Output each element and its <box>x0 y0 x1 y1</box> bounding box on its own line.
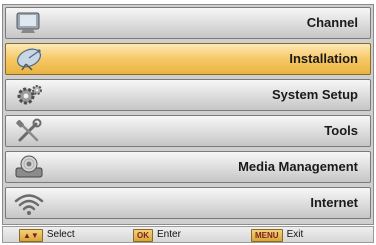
enter-hint: OK Enter <box>133 228 181 242</box>
menu-item-label: Tools <box>324 123 358 138</box>
menu-item-tools[interactable]: Tools <box>5 115 371 147</box>
media-disc-icon <box>12 154 48 180</box>
enter-hint-label: Enter <box>157 229 181 240</box>
menu-item-channel[interactable]: Channel <box>5 7 371 39</box>
tools-icon <box>12 118 48 144</box>
up-down-arrows-key: ▲▼ <box>19 229 43 242</box>
satellite-dish-icon <box>12 46 48 72</box>
select-hint-label: Select <box>46 229 75 240</box>
exit-hint-label: Exit <box>286 229 304 240</box>
menu-item-label: Installation <box>289 51 358 66</box>
main-menu: Channel Installation System Setup Tools … <box>2 4 374 225</box>
menu-item-system-setup[interactable]: System Setup <box>5 79 371 111</box>
menu-item-installation[interactable]: Installation <box>5 43 371 75</box>
menu-item-label: Channel <box>306 15 358 30</box>
select-hint: ▲▼ Select <box>19 228 75 242</box>
key-hint-bar: ▲▼ Select OK Enter MENU Exit <box>2 226 374 243</box>
menu-item-internet[interactable]: Internet <box>5 187 371 219</box>
menu-item-label: Media Management <box>238 159 358 174</box>
gears-icon <box>12 82 48 108</box>
menu-key: MENU <box>251 229 283 242</box>
exit-hint: MENU Exit <box>251 228 304 242</box>
menu-item-label: System Setup <box>272 87 358 102</box>
wifi-icon <box>12 190 48 216</box>
menu-item-media-management[interactable]: Media Management <box>5 151 371 183</box>
ok-key: OK <box>133 229 153 242</box>
menu-item-label: Internet <box>310 195 358 210</box>
tv-screen-icon <box>12 10 48 36</box>
